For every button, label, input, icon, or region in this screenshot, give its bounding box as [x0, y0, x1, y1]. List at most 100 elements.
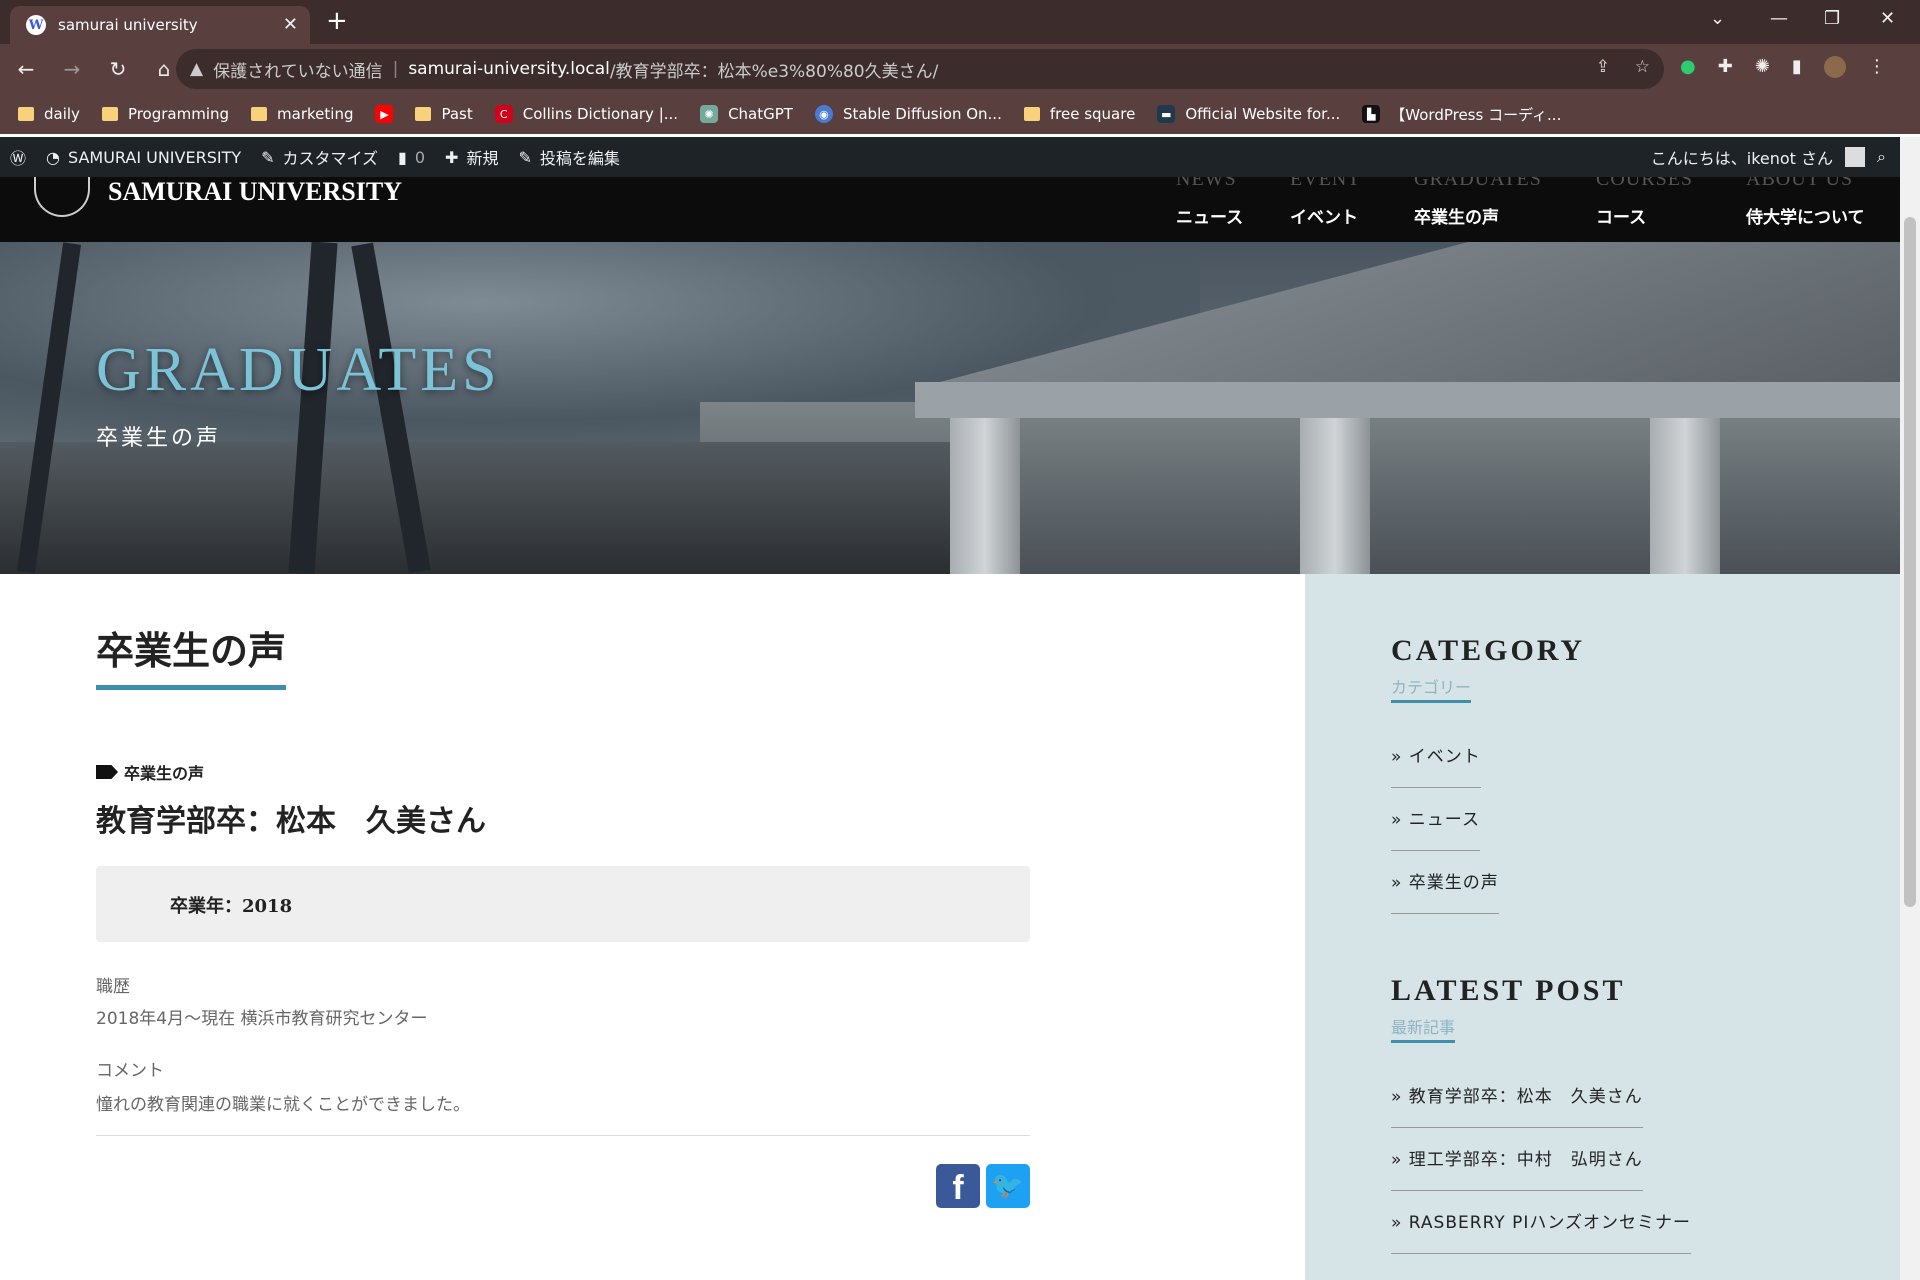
career-label: 職歴 [96, 977, 130, 997]
nav-en-label: COURSES [1596, 177, 1694, 189]
admin-comments-link[interactable]: ▮ 0 [398, 148, 425, 167]
site-header: SAMURAI UNIVERSITY NEWS ニュース EVENT イベント GR… [0, 177, 1900, 242]
comment-icon: ▮ [398, 147, 407, 167]
extensions-puzzle-icon[interactable]: ✚ [1718, 56, 1733, 78]
bookmark-label: Stable Diffusion On... [842, 105, 1002, 123]
share-icon[interactable]: ⇪ [1596, 57, 1610, 77]
nav-item-courses[interactable]: COURSES コース [1596, 177, 1693, 228]
menu-kebab-icon[interactable]: ⋮ [1868, 56, 1886, 78]
nav-item-news[interactable]: NEWS ニュース [1176, 177, 1243, 228]
wordpress-icon: W [26, 15, 46, 35]
site-icon: ▬ [1157, 105, 1176, 123]
admin-site-name: SAMURAI UNIVERSITY [67, 147, 242, 167]
wp-admin-bar: Ⓦ ◔ SAMURAI UNIVERSITY ✎ カスタマイズ ▮ 0 ✚ 新規 ✎ 投稿… [0, 137, 1900, 177]
university-emblem-logo[interactable] [34, 177, 90, 217]
side-panel-icon[interactable]: ▮ [1792, 56, 1802, 78]
profile-avatar[interactable] [1823, 56, 1846, 78]
bookmark-star-icon[interactable]: ☆ [1635, 57, 1650, 77]
edit-post-label: 投稿を編集 [539, 149, 620, 168]
category-tag-label: 卒業生の声 [124, 764, 205, 783]
admin-customize-link[interactable]: ✎ カスタマイズ [261, 145, 378, 169]
extension-green-icon[interactable]: ● [1680, 56, 1696, 78]
window-close-icon[interactable]: ✕ [1880, 8, 1895, 29]
forward-icon[interactable]: → [52, 57, 92, 81]
folder-icon [415, 107, 432, 121]
page-scrollbar[interactable] [1900, 137, 1920, 1280]
admin-site-link[interactable]: ◔ SAMURAI UNIVERSITY [46, 148, 241, 167]
career-value: 2018年4月〜現在 横浜市教育研究センター [96, 1009, 428, 1029]
comment-label: コメント [96, 1061, 164, 1081]
bookmark-youtube[interactable]: ▶ [375, 105, 394, 123]
admin-greeting[interactable]: こんにちは、ikenot さん [1651, 145, 1833, 169]
nav-item-event[interactable]: EVENT イベント [1290, 177, 1361, 228]
nav-en-label: NEWS [1176, 177, 1237, 189]
bookmark-chatgpt[interactable]: ✺ ChatGPT [700, 105, 793, 123]
nav-item-about[interactable]: ABOUT US 侍大学について [1746, 177, 1865, 228]
main-content: 卒業生の声 卒業生の声 教育学部卒：松本 久美さん 卒業年：2018 職歴 20… [0, 574, 1305, 1280]
site-icon: ▙ [1362, 105, 1381, 123]
facebook-share-icon[interactable]: f [936, 1164, 980, 1208]
post-title: 教育学部卒：松本 久美さん [96, 804, 486, 839]
bookmark-label: 【WordPress コーディ... [1390, 105, 1562, 124]
hero-column [950, 418, 1020, 574]
nav-ja-label: 卒業生の声 [1414, 208, 1499, 228]
address-bar[interactable]: ▲ 保護されていない通信 | samurai-university.local … [176, 49, 1664, 89]
tab-title: samurai university [58, 16, 198, 34]
admin-new-link[interactable]: ✚ 新規 [445, 145, 498, 169]
back-icon[interactable]: ← [6, 57, 46, 81]
content-divider [96, 1135, 1030, 1136]
category-subheading: カテゴリー [1391, 674, 1472, 703]
tab-close-icon[interactable]: ✕ [283, 14, 298, 35]
bookmark-label: free square [1049, 105, 1136, 123]
nav-item-graduates[interactable]: GRADUATES 卒業生の声 [1414, 177, 1542, 228]
latest-post-link[interactable]: » 理工学部卒：中村 弘明さん [1391, 1145, 1643, 1191]
tag-icon [96, 765, 118, 779]
customize-label: カスタマイズ [282, 149, 379, 168]
chatgpt-icon: ✺ [700, 105, 719, 123]
bookmark-stable-diffusion[interactable]: ◉ Stable Diffusion On... [814, 105, 1002, 123]
brush-icon: ✎ [261, 147, 275, 167]
post-category[interactable]: 卒業生の声 [96, 760, 204, 784]
comment-value: 憧れの教育関連の職業に就くことができました。 [96, 1095, 470, 1115]
latest-post-link[interactable]: » RASBERRY PIハンズオンセミナー [1391, 1208, 1692, 1254]
latest-post-link[interactable]: » 教育学部卒：松本 久美さん [1391, 1082, 1643, 1128]
minimize-icon[interactable]: — [1770, 8, 1788, 29]
wordpress-logo-icon[interactable]: Ⓦ [10, 145, 26, 169]
sidebar-category-news[interactable]: » ニュース [1391, 805, 1480, 851]
nav-en-label: GRADUATES [1414, 177, 1542, 189]
nav-en-label: EVENT [1290, 177, 1361, 189]
search-icon[interactable]: ⌕ [1877, 147, 1886, 167]
bookmark-wordpress-coding[interactable]: ▙ 【WordPress コーディ... [1362, 104, 1561, 125]
new-tab-button[interactable]: + [326, 6, 348, 36]
bookmark-official-website[interactable]: ▬ Official Website for... [1157, 105, 1340, 123]
user-avatar[interactable] [1845, 147, 1866, 167]
hero-entablature [915, 382, 1900, 418]
bookmark-daily[interactable]: daily [18, 105, 80, 123]
warning-icon: ▲ [190, 59, 204, 79]
hero-title: GRADUATES [96, 336, 501, 404]
bookmark-collins[interactable]: C Collins Dictionary |... [494, 105, 678, 123]
bookmark-marketing[interactable]: marketing [251, 105, 353, 123]
sidebar: CATEGORY カテゴリー » イベント » ニュース » 卒業生の声 LAT… [1305, 574, 1900, 1280]
chatgpt-extension-icon[interactable]: ✺ [1755, 56, 1770, 78]
browser-tab[interactable]: W samurai university ✕ [10, 6, 310, 44]
sidebar-category-event[interactable]: » イベント [1391, 742, 1481, 788]
new-label: 新規 [466, 149, 499, 168]
bookmark-programming[interactable]: Programming [101, 105, 230, 123]
bookmark-label: Official Website for... [1185, 105, 1341, 123]
sidebar-category-graduates[interactable]: » 卒業生の声 [1391, 868, 1499, 914]
restore-icon[interactable]: ❐ [1824, 8, 1840, 29]
address-separator: | [392, 59, 399, 79]
dashboard-icon: ◔ [46, 147, 60, 167]
tab-search-icon[interactable]: ⌄ [1710, 8, 1725, 29]
site-name[interactable]: SAMURAI UNIVERSITY [108, 177, 402, 207]
reload-icon[interactable]: ↻ [98, 57, 138, 81]
graduation-year-box: 卒業年：2018 [96, 866, 1030, 942]
bookmark-past[interactable]: Past [415, 105, 473, 123]
latest-post-heading: LATEST POST [1391, 974, 1626, 1007]
admin-edit-post-link[interactable]: ✎ 投稿を編集 [518, 145, 619, 169]
bookmark-label: Programming [127, 105, 230, 123]
scrollbar-thumb[interactable] [1904, 217, 1916, 907]
bookmark-free-square[interactable]: free square [1023, 105, 1136, 123]
twitter-share-icon[interactable]: 🐦 [986, 1164, 1030, 1208]
